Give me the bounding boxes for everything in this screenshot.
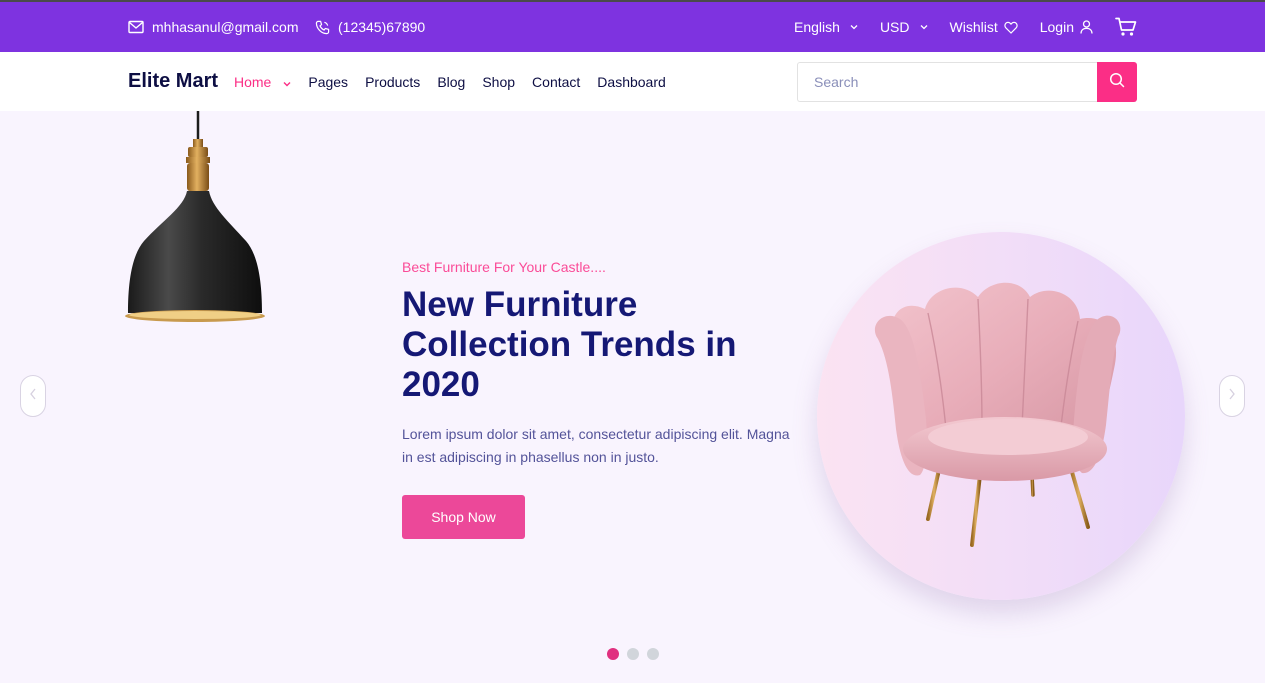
phone-text: (12345)67890 bbox=[338, 19, 426, 35]
nav-item-dashboard[interactable]: Dashboard bbox=[597, 74, 666, 90]
pink-armchair-image bbox=[874, 282, 1121, 547]
brand-logo[interactable]: Elite Mart bbox=[128, 70, 218, 93]
chevron-left-icon bbox=[29, 387, 37, 405]
nav-item-label: Contact bbox=[532, 74, 581, 90]
search-bar bbox=[797, 62, 1137, 102]
nav-item-label: Dashboard bbox=[597, 74, 666, 90]
nav-item-label: Home bbox=[234, 74, 272, 90]
login-link[interactable]: Login bbox=[1040, 2, 1093, 52]
slide-dot[interactable] bbox=[627, 648, 639, 660]
phone-contact[interactable]: (12345)67890 bbox=[315, 2, 425, 52]
previous-slide-button[interactable] bbox=[20, 375, 46, 417]
search-icon bbox=[1109, 72, 1125, 93]
chevron-right-icon bbox=[1228, 387, 1236, 405]
top-bar: mhhasanul@gmail.com (12345)67890 English… bbox=[0, 0, 1265, 52]
currency-label: USD bbox=[879, 19, 910, 35]
main-navbar: Elite Mart Home Pages Products Blog Shop… bbox=[0, 52, 1265, 111]
login-label: Login bbox=[1039, 19, 1074, 35]
slide-dot[interactable] bbox=[647, 648, 659, 660]
next-slide-button[interactable] bbox=[1219, 375, 1245, 417]
nav-item-pages[interactable]: Pages bbox=[308, 74, 348, 90]
cart-icon bbox=[1115, 17, 1137, 37]
language-label: English bbox=[794, 19, 840, 35]
email-text: mhhasanul@gmail.com bbox=[152, 19, 299, 35]
hero-description: Lorem ipsum dolor sit amet, consectetur … bbox=[402, 426, 790, 465]
nav-item-products[interactable]: Products bbox=[365, 74, 420, 90]
heart-icon bbox=[1004, 21, 1018, 34]
wishlist-label: Wishlist bbox=[949, 19, 998, 35]
hero-banner: Best Furniture For Your Castle.... New F… bbox=[0, 111, 1265, 683]
nav-item-contact[interactable]: Contact bbox=[532, 74, 580, 90]
pendant-lamp-image bbox=[125, 111, 265, 322]
nav-item-label: Blog bbox=[437, 74, 466, 90]
phone-icon bbox=[315, 20, 330, 35]
mail-icon bbox=[128, 20, 144, 34]
nav-item-blog[interactable]: Blog bbox=[437, 74, 465, 90]
nav-item-label: Shop bbox=[482, 74, 516, 90]
email-contact[interactable]: mhhasanul@gmail.com bbox=[128, 2, 299, 52]
chevron-down-icon bbox=[850, 24, 858, 30]
search-input[interactable] bbox=[797, 62, 1097, 102]
slide-indicators bbox=[607, 648, 659, 660]
nav-item-label: Products bbox=[365, 74, 421, 90]
slide-dot[interactable] bbox=[607, 648, 619, 660]
nav-item-home[interactable]: Home bbox=[234, 74, 291, 90]
search-button[interactable] bbox=[1097, 62, 1137, 102]
nav-item-shop[interactable]: Shop bbox=[482, 74, 515, 90]
chevron-down-icon bbox=[283, 74, 291, 90]
shop-now-button[interactable]: Shop Now bbox=[402, 495, 525, 539]
currency-select[interactable]: USD bbox=[880, 2, 928, 52]
hero-content: Best Furniture For Your Castle.... New F… bbox=[402, 259, 802, 539]
user-icon bbox=[1080, 20, 1093, 34]
nav-item-label: Pages bbox=[308, 74, 349, 90]
hero-title: New Furniture Collection Trends in 2020 bbox=[402, 285, 737, 404]
chevron-down-icon bbox=[920, 24, 928, 30]
main-menu: Home Pages Products Blog Shop Contact Da… bbox=[234, 74, 666, 90]
language-select[interactable]: English bbox=[794, 2, 858, 52]
cart-button[interactable] bbox=[1115, 2, 1137, 52]
hero-subtitle: Best Furniture For Your Castle.... bbox=[402, 259, 606, 275]
wishlist-link[interactable]: Wishlist bbox=[950, 2, 1018, 52]
